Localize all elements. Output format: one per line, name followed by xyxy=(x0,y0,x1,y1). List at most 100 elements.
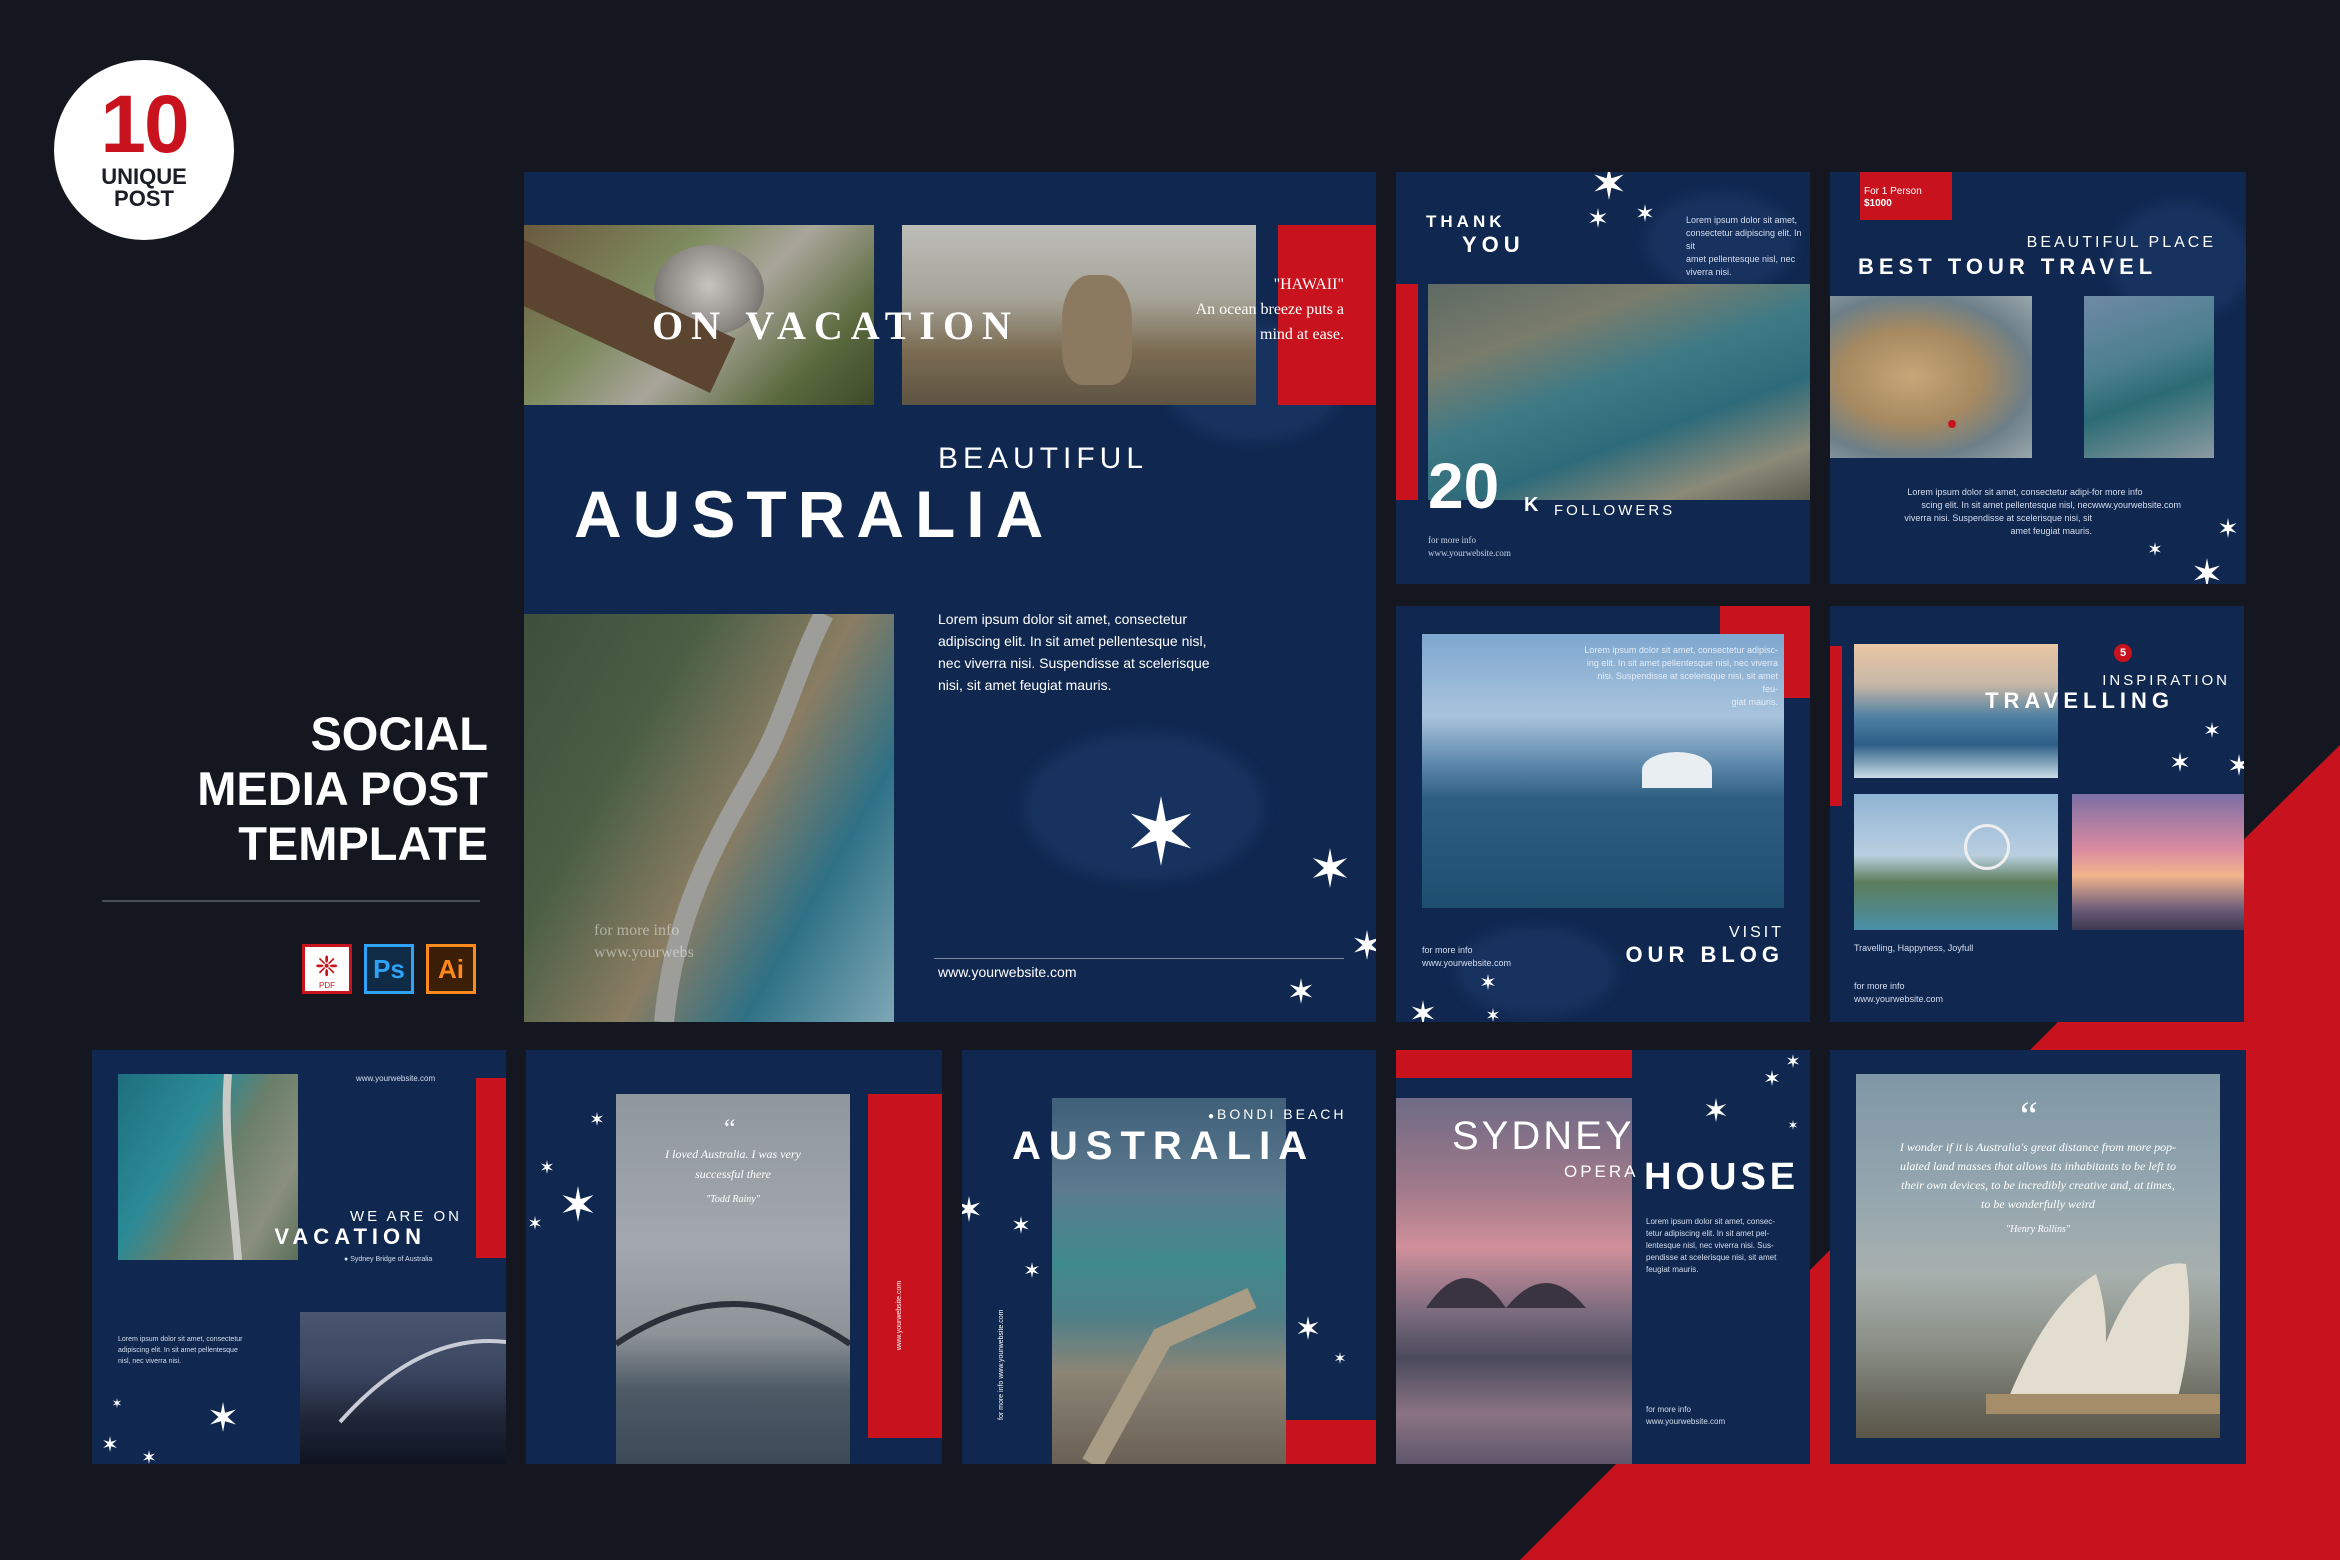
travel-info-line1: for more info xyxy=(1854,981,1905,991)
blog-info-line2: www.yourwebsite.com xyxy=(1422,958,1512,968)
followers-k: K xyxy=(1524,494,1539,516)
main-website: www.yourwebsite.com xyxy=(938,964,1077,980)
wonder-quote-line4: to be wonderfully weird xyxy=(1981,1197,2095,1211)
loved-author: "Todd Rainy" xyxy=(706,1194,760,1205)
weare-red-bar xyxy=(476,1078,506,1258)
travel-number-text: 5 xyxy=(2119,647,2127,659)
sydney-opera-card: SYDNEY OPERA HOUSE Lorem ipsum dolor sit… xyxy=(1396,1050,1810,1464)
sydney-lorem-line1: Lorem ipsum dolor sit amet, consec- xyxy=(1646,1217,1775,1226)
main-lorem: Lorem ipsum dolor sit amet, consectetur … xyxy=(938,608,1210,696)
price-tag: For 1 Person $1000 xyxy=(1860,172,1952,220)
weare-website: www.yourwebsite.com xyxy=(356,1074,436,1083)
travelling-card: 5 INSPIRATION TRAVELLING Travelling, Hap… xyxy=(1830,606,2244,1022)
house-word: HOUSE xyxy=(1644,1156,1800,1198)
thank-info-line1: for more info xyxy=(1428,535,1476,545)
illustrator-icon: Ai xyxy=(426,944,476,994)
coast-aerial-road-photo xyxy=(118,1074,298,1260)
wonder-quote-mark: “ xyxy=(2020,1093,2038,1138)
sydney-info-line2: www.yourwebsite.com xyxy=(1646,1417,1726,1426)
beautiful-label: BEAUTIFUL xyxy=(938,442,1149,475)
thank-line2: YOU xyxy=(1462,232,1525,257)
sydney-lorem: Lorem ipsum dolor sit amet, consec- tetu… xyxy=(1646,1216,1796,1276)
hawaii-quote-title: "HAWAII" xyxy=(1273,276,1344,293)
star-icon xyxy=(2170,752,2190,772)
thank-lorem-line1: Lorem ipsum dolor sit amet, xyxy=(1686,215,1798,225)
main-lorem-line4: nisi, sit amet feugiat mauris. xyxy=(938,677,1112,693)
australia-title: AUSTRALIA xyxy=(574,477,1055,551)
pdf-icon-label: PDF xyxy=(319,981,335,990)
star-icon xyxy=(102,1436,118,1452)
tour-info-line2: www.yourwebsite.com xyxy=(2092,500,2182,510)
star-icon xyxy=(1788,1120,1798,1130)
blog-lorem-line1: Lorem ipsum dolor sit amet, consectetur … xyxy=(1584,645,1778,655)
bondi-beach-card: ●BONDI BEACH AUSTRALIA for more info www… xyxy=(962,1050,1376,1464)
star-icon xyxy=(590,1112,604,1126)
weare-lorem-line2: adipiscing elit. In sit amet pellentesqu… xyxy=(118,1347,238,1354)
price-line2: $1000 xyxy=(1864,198,1892,209)
photoshop-icon-label: Ps xyxy=(373,954,405,984)
star-icon xyxy=(528,1216,542,1230)
travel-info: for more info www.yourwebsite.com xyxy=(1854,980,1943,1006)
map-photo xyxy=(1830,296,2032,458)
blog-lorem: Lorem ipsum dolor sit amet, consectetur … xyxy=(1582,644,1778,709)
location-pin-icon: ● xyxy=(344,1256,349,1263)
tour-info: for more info www.yourwebsite.com xyxy=(2092,486,2181,512)
weare-lorem: Lorem ipsum dolor sit amet, consectetur … xyxy=(118,1334,243,1367)
main-info: for more info www.yourwebs xyxy=(594,920,694,964)
travel-info-line2: www.yourwebsite.com xyxy=(1854,994,1944,1004)
star-icon xyxy=(560,1186,596,1222)
followers-count: 20 xyxy=(1428,450,1500,522)
star-icon xyxy=(1588,208,1608,228)
loved-quote-line1: I loved Australia. I was very xyxy=(665,1147,801,1161)
bondi-side-text: for more info www.yourwebsite.com xyxy=(998,1309,1005,1420)
tour-title: BEST TOUR TRAVEL xyxy=(1858,254,2158,279)
badge-line2: POST xyxy=(114,186,174,211)
we-are-on-vacation-card: www.yourwebsite.com WE ARE ON VACATION ●… xyxy=(92,1050,506,1464)
star-icon xyxy=(1126,796,1196,866)
sydney-lorem-line2: tetur adipiscing elit. In sit amet pel- xyxy=(1646,1229,1770,1238)
hawaii-quote: "HAWAII" An ocean breeze puts a mind at … xyxy=(1114,272,1344,347)
star-icon xyxy=(1012,1216,1030,1234)
loved-quote: I loved Australia. I was very successful… xyxy=(616,1144,850,1210)
hawaii-quote-line2: mind at ease. xyxy=(1260,326,1344,343)
bondi-red-block xyxy=(1286,1420,1376,1464)
star-icon xyxy=(2204,722,2220,738)
tour-info-line1: for more info xyxy=(2092,487,2143,497)
main-post-card: ON VACATION "HAWAII" An ocean breeze put… xyxy=(524,172,1376,1022)
thank-info: for more info www.yourwebsite.com xyxy=(1428,534,1511,560)
main-info-line2: www.yourwebs xyxy=(594,944,694,961)
tour-lorem-line1: Lorem ipsum dolor sit amet, consectetur … xyxy=(1907,487,2092,497)
sydney-lorem-line3: lentesque nisl, nec viverra nisi. Sus- xyxy=(1646,1241,1774,1250)
on-vacation-text: ON VACATION xyxy=(652,303,1019,348)
side-divider xyxy=(102,900,480,902)
badge-number: 10 xyxy=(100,79,189,170)
main-divider xyxy=(934,958,1344,959)
sydney-info-line1: for more info xyxy=(1646,1405,1691,1414)
travel-inspiration: INSPIRATION xyxy=(2102,672,2230,689)
bridge-night-photo xyxy=(300,1312,506,1464)
travel-tags: Travelling, Happyness, Joyfull xyxy=(1854,943,1974,953)
price-line1: For 1 Person xyxy=(1864,186,1922,197)
star-icon xyxy=(1636,204,1654,222)
thank-lorem: Lorem ipsum dolor sit amet, consectetur … xyxy=(1686,214,1806,279)
tour-lorem: Lorem ipsum dolor sit amet, consectetur … xyxy=(1892,486,2092,538)
weare-lorem-line3: nisl, nec viverra nisi. xyxy=(118,1358,182,1365)
thank-you-card: THANK YOU Lorem ipsum dolor sit amet, co… xyxy=(1396,172,1810,584)
loved-red-bar xyxy=(868,1094,942,1438)
sydney-word: SYDNEY xyxy=(1452,1114,1635,1158)
bondi-label-text: BONDI BEACH xyxy=(1217,1106,1347,1122)
opera-sails-photo xyxy=(1856,1074,2220,1438)
thank-line1: THANK xyxy=(1426,212,1506,231)
sydney-info: for more info www.yourwebsite.com xyxy=(1646,1404,1725,1428)
tour-lorem-line2: scing elit. In sit amet pellentesque nis… xyxy=(1921,500,2092,510)
side-title-line3: TEMPLATE xyxy=(238,817,488,870)
star-icon xyxy=(1352,930,1376,960)
travel-title: TRAVELLING xyxy=(1985,688,2174,713)
side-title-line2: MEDIA POST xyxy=(197,762,488,815)
star-icon xyxy=(1704,1098,1728,1122)
badge-line1: UNIQUE xyxy=(101,164,187,189)
star-icon xyxy=(2148,542,2162,556)
coast-aerial-photo xyxy=(2084,296,2214,458)
thank-red-bar xyxy=(1396,284,1418,500)
blog-title: OUR BLOG xyxy=(1625,942,1784,967)
